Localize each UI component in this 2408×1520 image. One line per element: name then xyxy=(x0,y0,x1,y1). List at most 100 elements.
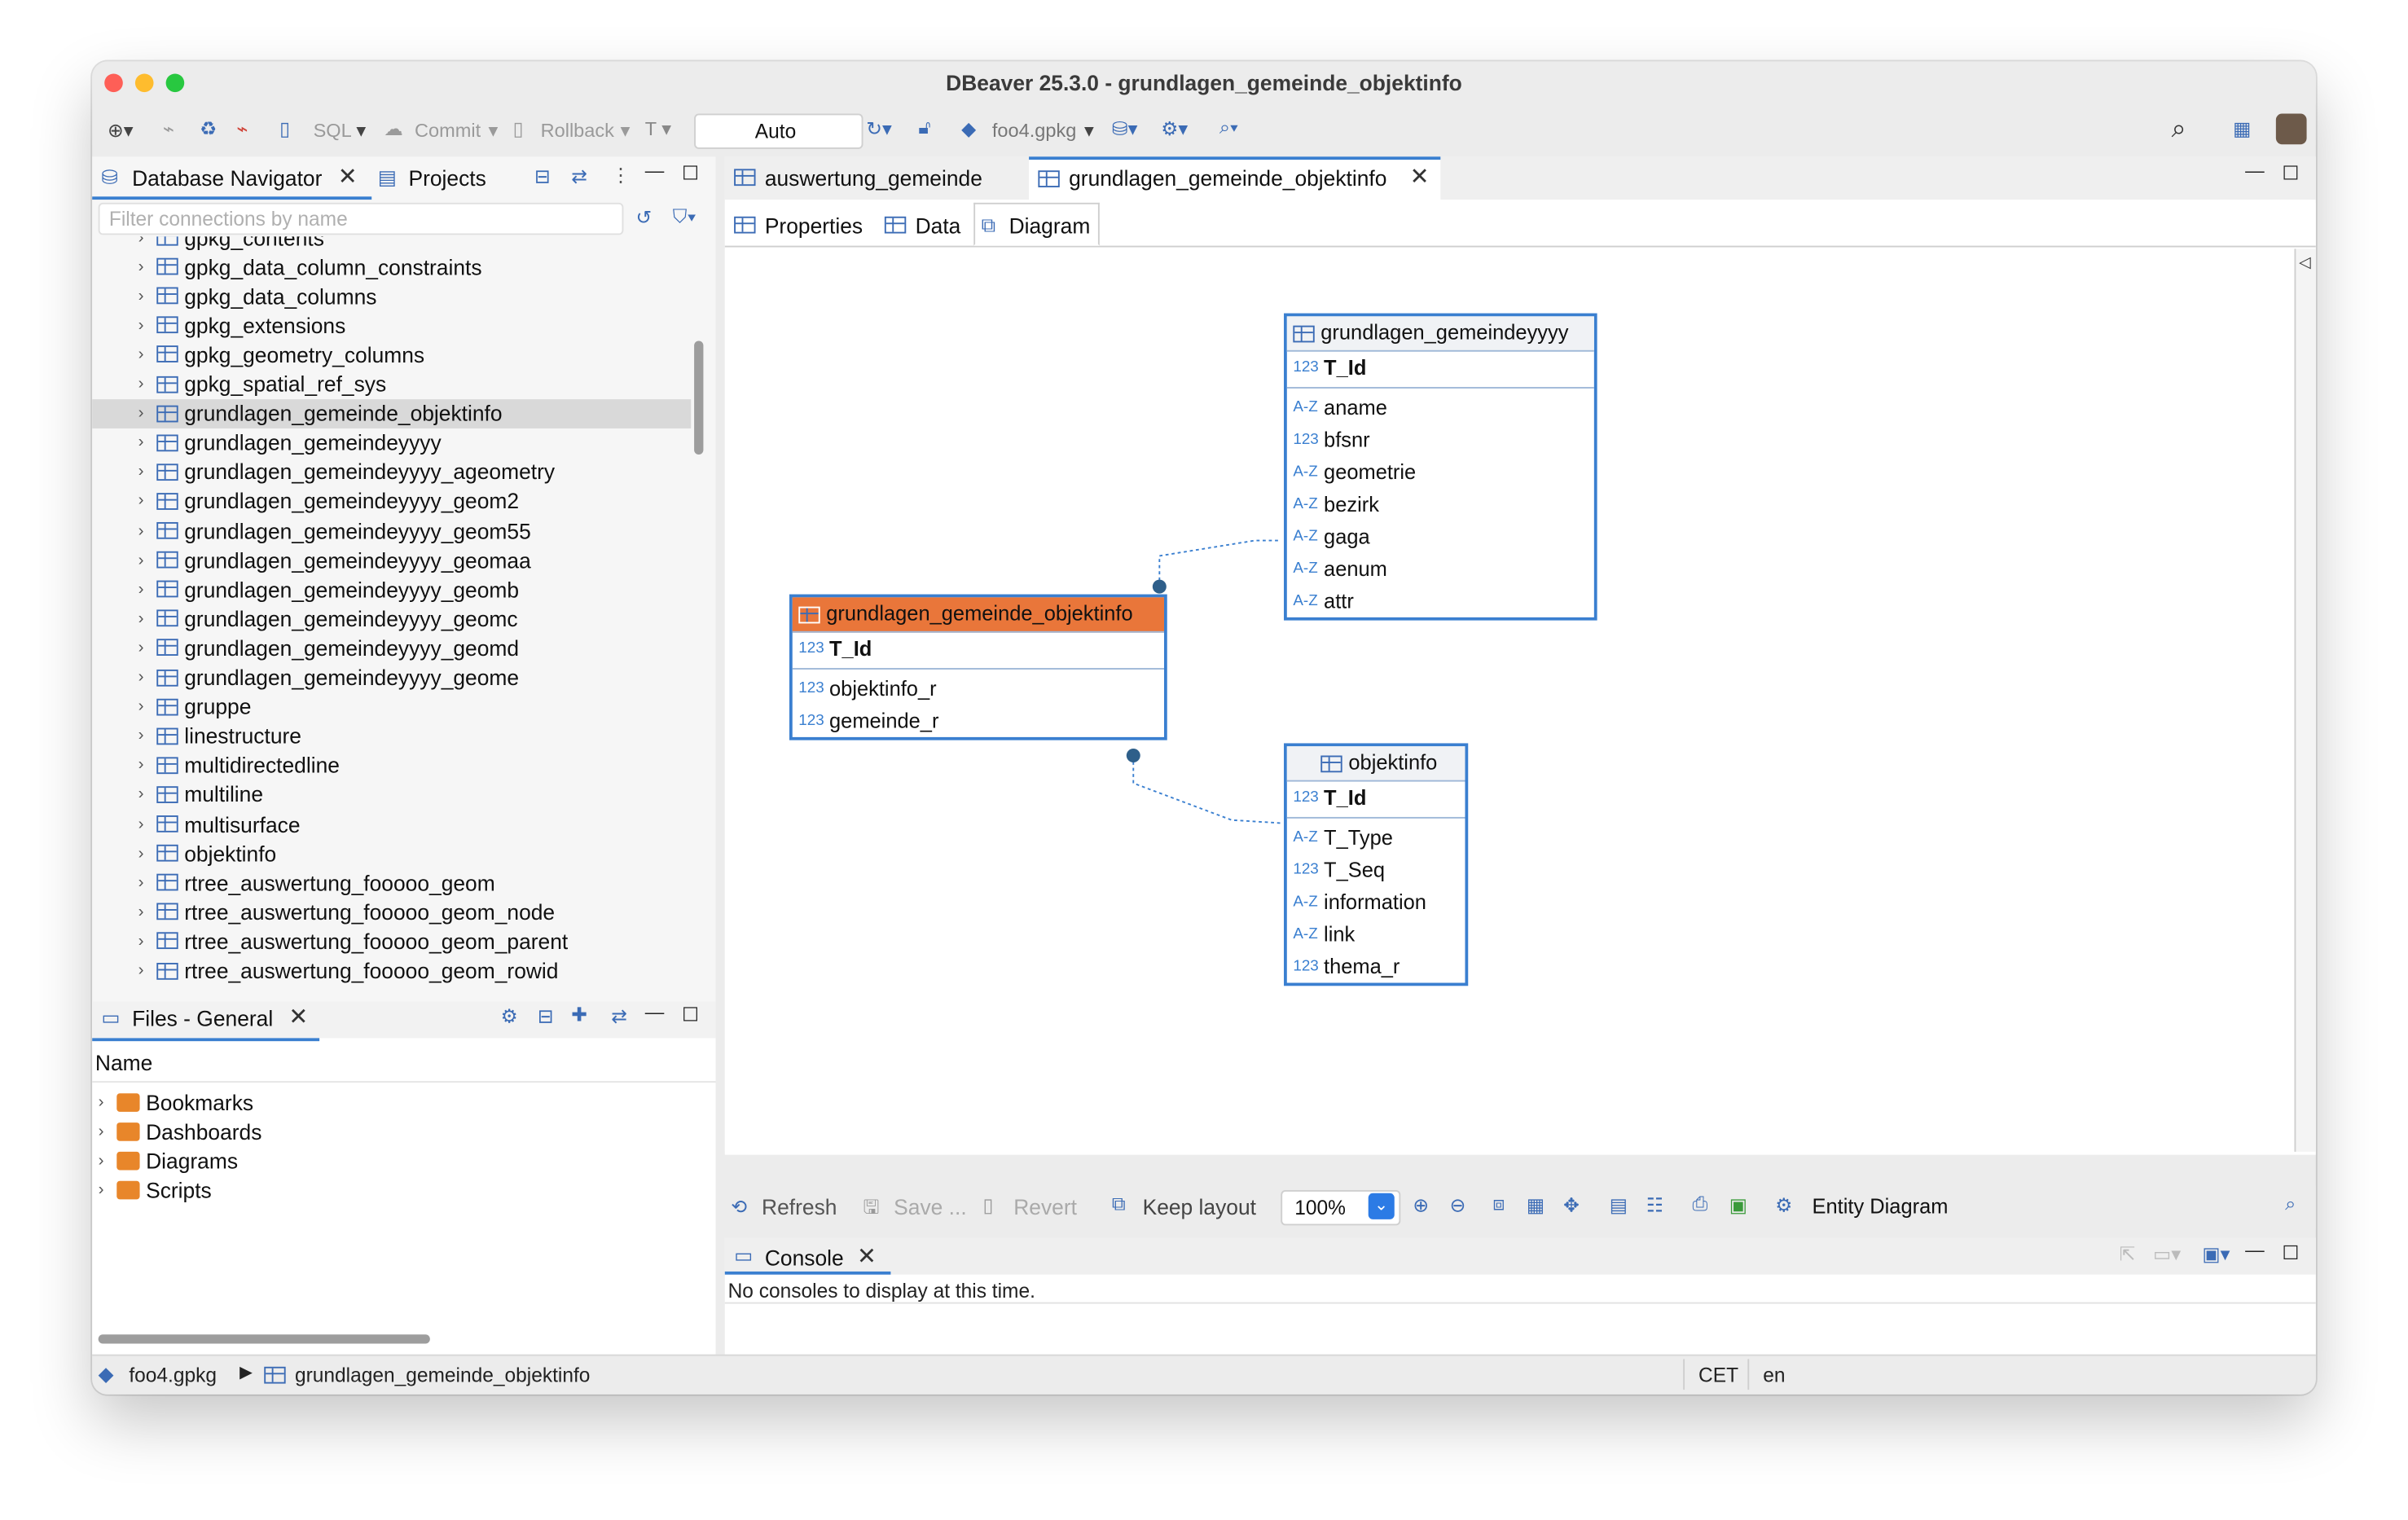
entity-grundlagen-gemeindeyyyy[interactable]: grundlagen_gemeindeyyyy 123 T_Id A-Z anam… xyxy=(1284,313,1597,621)
zoom-out-icon[interactable]: ⊖ xyxy=(1450,1193,1466,1216)
palette-sidebar[interactable]: ◁ xyxy=(2294,248,2316,1152)
subtab-diagram[interactable]: ⧉ Diagram xyxy=(973,202,1100,246)
chevron-right-icon[interactable]: › xyxy=(138,287,157,305)
chevron-right-icon[interactable]: › xyxy=(99,1122,117,1140)
expand-icon[interactable]: ✚ xyxy=(571,1003,587,1026)
palette-toggle-icon[interactable]: ◁ xyxy=(2299,255,2311,272)
refresh-button[interactable]: Refresh xyxy=(762,1195,837,1219)
commit-dropdown-icon[interactable]: ▾ xyxy=(488,118,498,141)
navigator-table-item[interactable]: › gpkg_data_columns xyxy=(138,281,692,310)
entity-key-row[interactable]: 123 T_Id xyxy=(1287,352,1594,384)
transaction-mode-field[interactable]: Auto xyxy=(694,113,863,149)
entity-column-row[interactable]: 123 bfsnr xyxy=(1287,424,1594,456)
minimize-icon[interactable]: — xyxy=(2245,1239,2265,1260)
navigator-table-item[interactable]: › rtree_auswertung_fooooo_geom_rowid xyxy=(138,956,692,986)
tab-auswertung-gemeinde[interactable]: auswertung_gemeinde xyxy=(731,160,1022,196)
chevron-right-icon[interactable]: › xyxy=(138,668,157,687)
entity-key-row[interactable]: 123 T_Id xyxy=(1287,782,1465,815)
commit-button[interactable]: Commit xyxy=(415,120,481,141)
navigator-table-item[interactable]: › grundlagen_gemeindeyyyy_geomc xyxy=(138,604,692,633)
files-horizontal-scrollbar[interactable] xyxy=(98,1334,430,1344)
grid-icon[interactable]: ▦ xyxy=(1527,1193,1545,1216)
entity-column-row[interactable]: A-Z bezirk xyxy=(1287,488,1594,521)
entity-header[interactable]: grundlagen_gemeinde_objektinfo xyxy=(792,597,1164,633)
invalidate-icon[interactable]: ♻ xyxy=(200,116,217,139)
chevron-right-icon[interactable]: › xyxy=(138,932,157,951)
tab-files-general[interactable]: ▭ Files - General ✕ xyxy=(99,1001,319,1038)
tab-projects[interactable]: ▤ Projects xyxy=(375,160,529,196)
entity-column-row[interactable]: 123 gemeinde_r xyxy=(793,705,1164,737)
chevron-right-icon[interactable]: › xyxy=(138,785,157,804)
navigator-table-item[interactable]: › gpkg_contents xyxy=(138,236,692,252)
schema-selector-icon[interactable]: ⛁▾ xyxy=(1112,116,1138,139)
chevron-right-icon[interactable]: › xyxy=(138,961,157,980)
navigator-table-item[interactable]: › objektinfo xyxy=(138,838,692,868)
chevron-right-icon[interactable]: › xyxy=(138,727,157,745)
tools-icon[interactable]: ⚙▾ xyxy=(1161,116,1188,139)
chevron-right-icon[interactable]: › xyxy=(138,844,157,863)
navigator-table-item[interactable]: › multisurface xyxy=(138,810,692,839)
chevron-right-icon[interactable]: › xyxy=(138,375,157,393)
chevron-right-icon[interactable]: › xyxy=(138,639,157,657)
sql-editor-icon[interactable]: ▯ xyxy=(279,116,290,139)
navigator-table-item[interactable]: › grundlagen_gemeindeyyyy xyxy=(138,428,692,457)
chevron-right-icon[interactable]: › xyxy=(138,236,157,246)
navigator-table-item[interactable]: › gpkg_extensions xyxy=(138,310,692,340)
search-tool-icon[interactable]: ⌕▾ xyxy=(1219,116,1238,139)
perspective-icon[interactable]: ▦ xyxy=(2233,116,2251,139)
navigator-table-item[interactable]: › grundlagen_gemeindeyyyy_geomaa xyxy=(138,545,692,574)
entity-column-row[interactable]: A-Z attr xyxy=(1287,585,1594,617)
chevron-right-icon[interactable]: › xyxy=(138,756,157,775)
chevron-right-icon[interactable]: › xyxy=(138,551,157,569)
filter-connections-input[interactable]: Filter connections by name xyxy=(98,202,624,235)
zoom-select[interactable]: 100% ⌄ xyxy=(1281,1190,1401,1226)
move-icon[interactable]: ✥ xyxy=(1563,1193,1580,1216)
entity-column-row[interactable]: A-Z link xyxy=(1287,918,1465,951)
link-icon[interactable]: ⇄ xyxy=(611,1004,627,1027)
chevron-right-icon[interactable]: › xyxy=(138,697,157,716)
navigator-table-item[interactable]: › gpkg_spatial_ref_sys xyxy=(138,369,692,398)
chevron-right-icon[interactable]: › xyxy=(99,1152,117,1171)
sql-button[interactable]: SQL xyxy=(314,120,352,141)
chevron-right-icon[interactable]: › xyxy=(138,492,157,511)
files-item[interactable]: › Scripts xyxy=(99,1175,212,1205)
close-icon[interactable]: ✕ xyxy=(1410,163,1430,191)
entity-header[interactable]: grundlagen_gemeindeyyyy xyxy=(1286,316,1594,352)
chevron-right-icon[interactable]: › xyxy=(138,316,157,335)
entity-column-row[interactable]: A-Z aname xyxy=(1287,392,1594,424)
revert-button[interactable]: Revert xyxy=(1013,1195,1077,1219)
save-button[interactable]: Save ... xyxy=(894,1195,966,1219)
active-connection-selector[interactable]: foo4.gpkg xyxy=(992,120,1077,141)
close-icon[interactable]: ✕ xyxy=(338,163,358,191)
navigator-table-item[interactable]: › grundlagen_gemeindeyyyy_geom55 xyxy=(138,516,692,545)
chevron-right-icon[interactable]: › xyxy=(138,580,157,599)
search-icon[interactable]: ⌕ xyxy=(2285,1193,2296,1216)
chevron-down-icon[interactable]: ⌄ xyxy=(1368,1193,1395,1219)
navigator-table-item[interactable]: › grundlagen_gemeindeyyyy_geom2 xyxy=(138,486,692,516)
rollback-dropdown-icon[interactable]: ▾ xyxy=(621,118,631,141)
chevron-right-icon[interactable]: › xyxy=(138,521,157,540)
status-connection[interactable]: foo4.gpkg xyxy=(129,1364,217,1386)
zoom-in-icon[interactable]: ⊕ xyxy=(1413,1193,1429,1216)
status-object[interactable]: grundlagen_gemeinde_objektinfo xyxy=(295,1364,590,1386)
files-item[interactable]: › Dashboards xyxy=(99,1117,262,1146)
avatar[interactable] xyxy=(2275,113,2307,145)
chevron-right-icon[interactable]: › xyxy=(99,1092,117,1111)
transaction-mode-icon[interactable]: T ▾ xyxy=(645,116,671,139)
pin-console-icon[interactable]: ⇱ xyxy=(2120,1242,2136,1265)
subtab-properties[interactable]: Properties xyxy=(731,208,878,241)
chevron-right-icon[interactable]: › xyxy=(138,345,157,364)
minimize-icon[interactable]: — xyxy=(2245,160,2265,181)
chevron-right-icon[interactable]: › xyxy=(138,873,157,892)
navigator-table-item[interactable]: › linestructure xyxy=(138,721,692,750)
entity-objektinfo[interactable]: objektinfo 123 T_Id A-Z T_Type 123 T_Seq A-Z… xyxy=(1284,743,1469,986)
entity-key-row[interactable]: 123 T_Id xyxy=(793,633,1164,666)
navigator-table-item[interactable]: › gpkg_data_column_constraints xyxy=(138,252,692,281)
chevron-right-icon[interactable]: › xyxy=(138,609,157,628)
tab-database-navigator[interactable]: ⛁ Database Navigator ✕ xyxy=(99,160,372,196)
connection-dropdown-icon[interactable]: ▾ xyxy=(1084,118,1094,141)
maximize-icon[interactable]: ☐ xyxy=(2282,161,2299,184)
link-editor-icon[interactable]: ⇄ xyxy=(571,165,587,187)
chevron-right-icon[interactable]: › xyxy=(138,257,157,276)
minimize-icon[interactable]: — xyxy=(645,160,665,181)
